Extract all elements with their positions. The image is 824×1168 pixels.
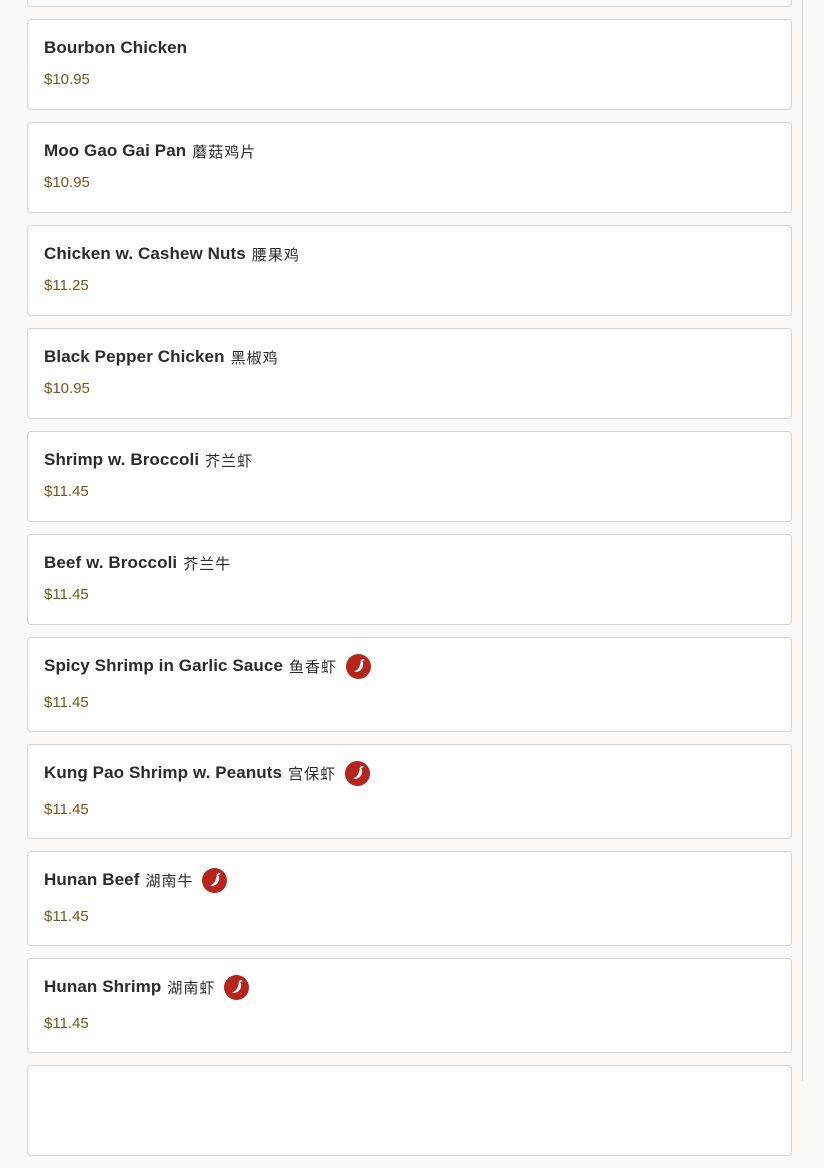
menu-item-name: Beef w. Broccoli — [44, 553, 178, 572]
menu-item-card[interactable]: Hunan Shrimp 湖南虾 $11.45 — [27, 958, 792, 1053]
menu-item-name: Hunan Shrimp — [44, 977, 162, 996]
menu-item-list: Bourbon Chicken $10.95 Moo Gao Gai Pan 蘑… — [27, 0, 792, 1168]
menu-item-name: Black Pepper Chicken — [44, 347, 225, 366]
chili-pepper-icon — [224, 974, 250, 1000]
menu-item-card[interactable]: Kung Pao Shrimp w. Peanuts 宫保虾 $11.45 — [27, 744, 792, 839]
menu-item-price: $11.45 — [44, 586, 89, 603]
menu-item-card[interactable] — [27, 1065, 792, 1156]
menu-item-name: Shrimp w. Broccoli — [44, 450, 200, 469]
menu-item-card[interactable]: Hunan Beef 湖南牛 $11.45 — [27, 851, 792, 946]
menu-item-price: $10.95 — [44, 380, 90, 397]
menu-item-chinese-name: 蘑菇鸡片 — [192, 142, 257, 161]
menu-item-chinese-name: 芥兰牛 — [183, 554, 232, 573]
menu-item-chinese-name: 鱼香虾 — [289, 657, 338, 676]
menu-item-name: Bourbon Chicken — [44, 38, 188, 57]
menu-item-card[interactable]: Chicken w. Cashew Nuts 腰果鸡 $11.25 — [27, 225, 792, 316]
menu-item-price: $11.25 — [44, 277, 89, 294]
menu-item-chinese-name: 黑椒鸡 — [230, 348, 279, 367]
menu-item-chinese-name: 腰果鸡 — [251, 245, 300, 264]
chili-pepper-icon — [202, 867, 228, 893]
menu-item-price: $10.95 — [44, 174, 90, 191]
menu-item-name: Kung Pao Shrimp w. Peanuts — [44, 763, 283, 782]
menu-item-chinese-name: 湖南虾 — [167, 978, 216, 997]
chili-pepper-icon — [345, 760, 371, 786]
chili-pepper-icon — [346, 653, 372, 679]
menu-item-card[interactable]: Black Pepper Chicken 黑椒鸡 $10.95 — [27, 328, 792, 419]
menu-item-price: $11.45 — [44, 694, 89, 711]
menu-item-chinese-name: 芥兰虾 — [205, 451, 254, 470]
menu-item-price: $11.45 — [44, 1015, 89, 1032]
menu-item-card[interactable]: Spicy Shrimp in Garlic Sauce 鱼香虾 $11.45 — [27, 637, 792, 732]
menu-item-chinese-name: 湖南牛 — [145, 871, 194, 890]
menu-item-card[interactable]: Shrimp w. Broccoli 芥兰虾 $11.45 — [27, 431, 792, 522]
menu-item-price: $10.95 — [44, 71, 90, 88]
menu-item-price: $11.45 — [44, 483, 89, 500]
menu-item-name: Moo Gao Gai Pan — [44, 141, 187, 160]
menu-item-card[interactable]: Beef w. Broccoli 芥兰牛 $11.45 — [27, 534, 792, 625]
menu-item-price: $11.45 — [44, 801, 89, 818]
scroll-edge-divider — [802, 0, 803, 1081]
menu-item-name: Chicken w. Cashew Nuts — [44, 244, 246, 263]
menu-item-name: Hunan Beef — [44, 870, 140, 889]
menu-item-price: $11.45 — [44, 908, 89, 925]
menu-item-chinese-name: 宫保虾 — [288, 764, 337, 783]
menu-item-card[interactable] — [27, 0, 792, 7]
menu-item-card[interactable]: Bourbon Chicken $10.95 — [27, 19, 792, 110]
menu-item-name: Spicy Shrimp in Garlic Sauce — [44, 656, 283, 675]
menu-item-card[interactable]: Moo Gao Gai Pan 蘑菇鸡片 $10.95 — [27, 122, 792, 213]
